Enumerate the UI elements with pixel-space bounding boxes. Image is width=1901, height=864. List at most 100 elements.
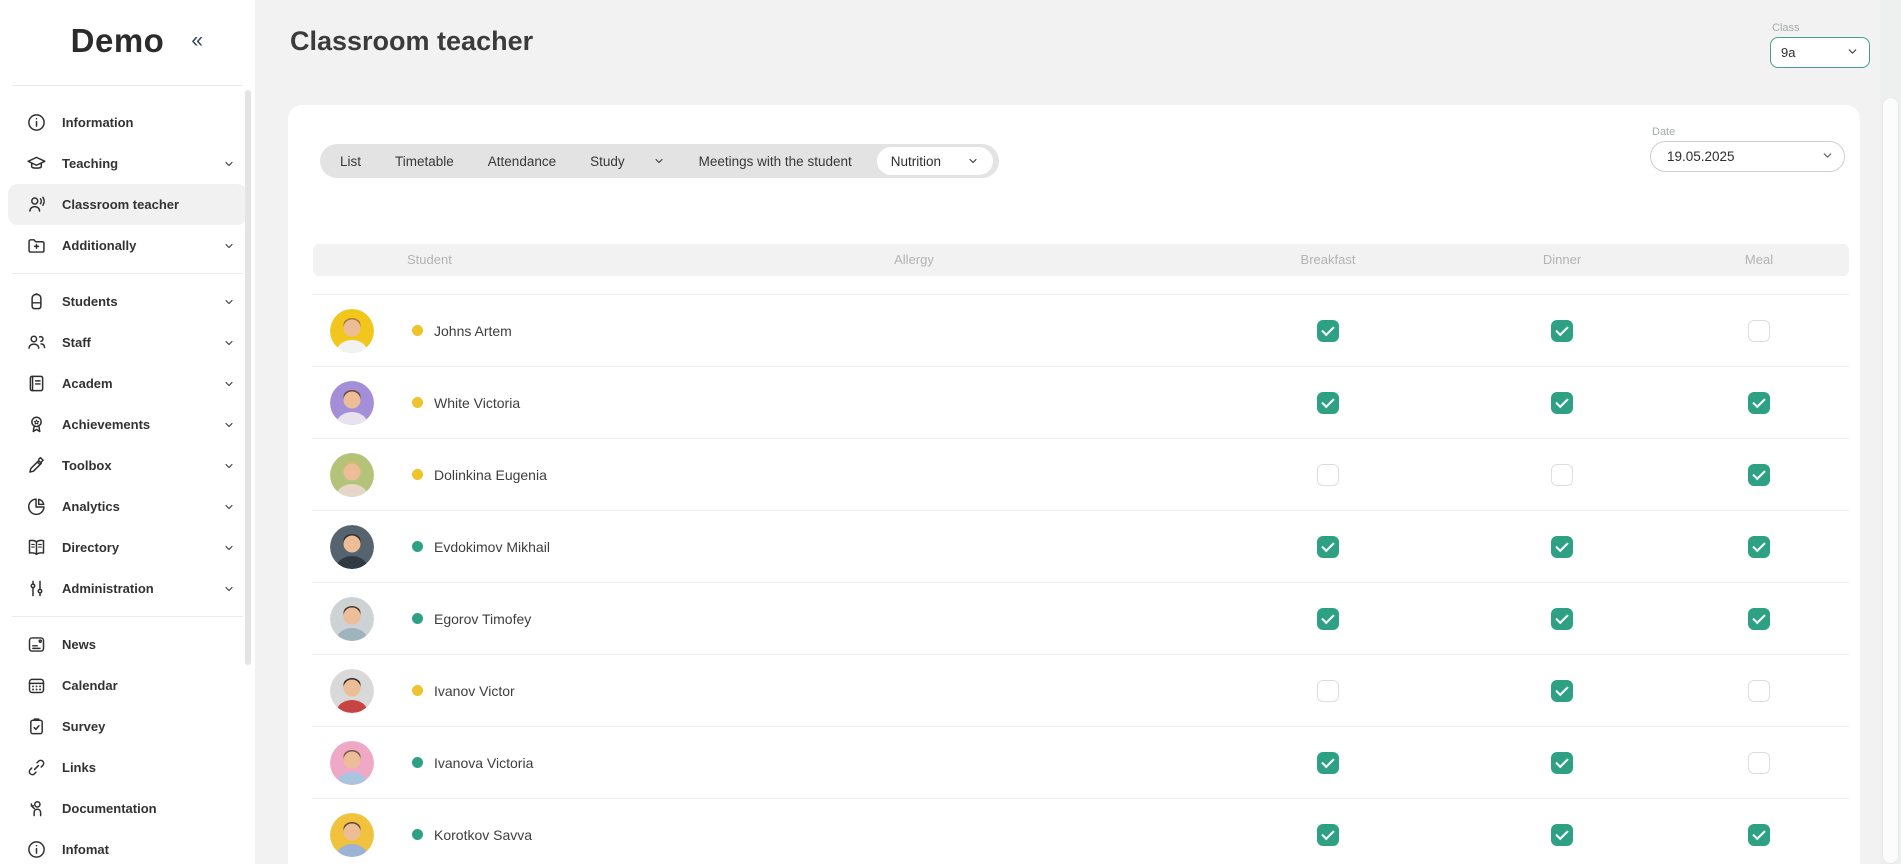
- tab-label: Meetings with the student: [699, 154, 852, 169]
- dinner-checkbox[interactable]: [1551, 320, 1573, 342]
- tab-label: Attendance: [488, 154, 556, 169]
- sidebar-item-classroom-teacher[interactable]: Classroom teacher: [8, 184, 247, 225]
- status-dot: [412, 397, 423, 408]
- table-row: Egorov Timofey: [313, 582, 1849, 654]
- table-row: Evdokimov Mikhail: [313, 510, 1849, 582]
- class-field: Class 9a: [1770, 22, 1870, 68]
- breakfast-checkbox[interactable]: [1317, 320, 1339, 342]
- chevron-down-icon: [223, 377, 235, 395]
- class-field-label: Class: [1772, 22, 1870, 34]
- sidebar-item-achievements[interactable]: Achievements: [8, 404, 247, 445]
- chevron-down-icon: [223, 418, 235, 436]
- sidebar-item-label: Calendar: [62, 678, 118, 693]
- achievements-icon: [26, 414, 47, 435]
- sidebar-item-label: Staff: [62, 335, 91, 350]
- column-header-breakfast: Breakfast: [1301, 252, 1356, 267]
- tab-meetings-with-the-student[interactable]: Meetings with the student: [682, 154, 869, 169]
- breakfast-checkbox[interactable]: [1317, 752, 1339, 774]
- sidebar-item-toolbox[interactable]: Toolbox: [8, 445, 247, 486]
- sidebar-item-documentation[interactable]: Documentation: [8, 788, 247, 829]
- chevron-down-icon: [967, 155, 979, 167]
- page-scrollbar-thumb[interactable]: [1882, 97, 1899, 864]
- breakfast-checkbox[interactable]: [1317, 824, 1339, 846]
- date-select[interactable]: 19.05.2025: [1650, 141, 1845, 172]
- tab-attendance[interactable]: Attendance: [471, 154, 573, 169]
- meal-checkbox[interactable]: [1748, 392, 1770, 414]
- meal-checkbox[interactable]: [1748, 536, 1770, 558]
- sidebar-item-links[interactable]: Links: [8, 747, 247, 788]
- breakfast-checkbox[interactable]: [1317, 392, 1339, 414]
- sidebar-item-news[interactable]: News: [8, 624, 247, 665]
- tab-bar: ListTimetable Attendance Study Meetings wit…: [320, 144, 999, 178]
- avatar: [330, 741, 374, 785]
- student-name: Dolinkina Eugenia: [434, 467, 547, 483]
- table-row: Ivanova Victoria: [313, 726, 1849, 798]
- dinner-checkbox[interactable]: [1551, 824, 1573, 846]
- sidebar-item-staff[interactable]: Staff: [8, 322, 247, 363]
- meal-checkbox[interactable]: [1748, 320, 1770, 342]
- chevron-down-icon: [223, 541, 235, 559]
- sidebar-item-analytics[interactable]: Analytics: [8, 486, 247, 527]
- breakfast-checkbox[interactable]: [1317, 464, 1339, 486]
- status-dot: [412, 325, 423, 336]
- dinner-checkbox[interactable]: [1551, 464, 1573, 486]
- meal-checkbox[interactable]: [1748, 680, 1770, 702]
- status-dot: [412, 757, 423, 768]
- chevron-down-icon: [223, 295, 235, 313]
- sidebar-item-teaching[interactable]: Teaching: [8, 143, 247, 184]
- meal-checkbox[interactable]: [1748, 752, 1770, 774]
- tab-list[interactable]: List: [323, 154, 378, 169]
- dinner-checkbox[interactable]: [1551, 392, 1573, 414]
- breakfast-checkbox[interactable]: [1317, 680, 1339, 702]
- sidebar-item-label: Links: [62, 760, 96, 775]
- dinner-checkbox[interactable]: [1551, 536, 1573, 558]
- sidebar-item-label: Students: [62, 294, 118, 309]
- infomat-icon: [26, 839, 47, 860]
- student-name: Ivanov Victor: [434, 683, 515, 699]
- avatar: [330, 669, 374, 713]
- news-icon: [26, 634, 47, 655]
- sidebar-item-students[interactable]: Students: [8, 281, 247, 322]
- chevron-down-icon: [223, 239, 235, 257]
- sidebar-item-additionally[interactable]: Additionally: [8, 225, 247, 266]
- column-header-student: Student: [407, 252, 452, 267]
- sidebar-item-infomat[interactable]: Infomat: [8, 829, 247, 864]
- sidebar-item-label: Toolbox: [62, 458, 112, 473]
- sidebar-item-survey[interactable]: Survey: [8, 706, 247, 747]
- chevron-down-icon: [223, 459, 235, 477]
- dinner-checkbox[interactable]: [1551, 608, 1573, 630]
- column-header-meal: Meal: [1745, 252, 1773, 267]
- meal-checkbox[interactable]: [1748, 608, 1770, 630]
- survey-icon: [26, 716, 47, 737]
- dinner-checkbox[interactable]: [1551, 680, 1573, 702]
- sidebar-item-calendar[interactable]: Calendar: [8, 665, 247, 706]
- meal-checkbox[interactable]: [1748, 824, 1770, 846]
- meal-checkbox[interactable]: [1748, 464, 1770, 486]
- nutrition-dropdown[interactable]: Nutrition: [877, 147, 993, 175]
- sidebar-collapse-icon[interactable]: «: [191, 30, 203, 51]
- page-scrollbar-track: [1880, 0, 1901, 864]
- class-select[interactable]: 9a: [1770, 37, 1870, 68]
- academ-icon: [26, 373, 47, 394]
- avatar: [330, 381, 374, 425]
- table-row: Johns Artem: [313, 294, 1849, 366]
- dinner-checkbox[interactable]: [1551, 752, 1573, 774]
- tab-timetable[interactable]: Timetable: [378, 154, 471, 169]
- sidebar-item-academ[interactable]: Academ: [8, 363, 247, 404]
- tab-study[interactable]: Study: [573, 154, 682, 169]
- sidebar-item-label: Directory: [62, 540, 119, 555]
- sidebar-item-directory[interactable]: Directory: [8, 527, 247, 568]
- student-name: Egorov Timofey: [434, 611, 531, 627]
- breakfast-checkbox[interactable]: [1317, 608, 1339, 630]
- chevron-down-icon: [223, 500, 235, 518]
- sidebar-scrollbar[interactable]: [245, 90, 251, 665]
- date-field: Date 19.05.2025: [1650, 126, 1845, 172]
- additionally-icon: [26, 235, 47, 256]
- sidebar-item-administration[interactable]: Administration: [8, 568, 247, 609]
- toolbox-icon: [26, 455, 47, 476]
- breakfast-checkbox[interactable]: [1317, 536, 1339, 558]
- administration-icon: [26, 578, 47, 599]
- sidebar-item-information[interactable]: Information: [8, 102, 247, 143]
- sidebar-item-label: Analytics: [62, 499, 120, 514]
- chevron-down-icon: [223, 157, 235, 175]
